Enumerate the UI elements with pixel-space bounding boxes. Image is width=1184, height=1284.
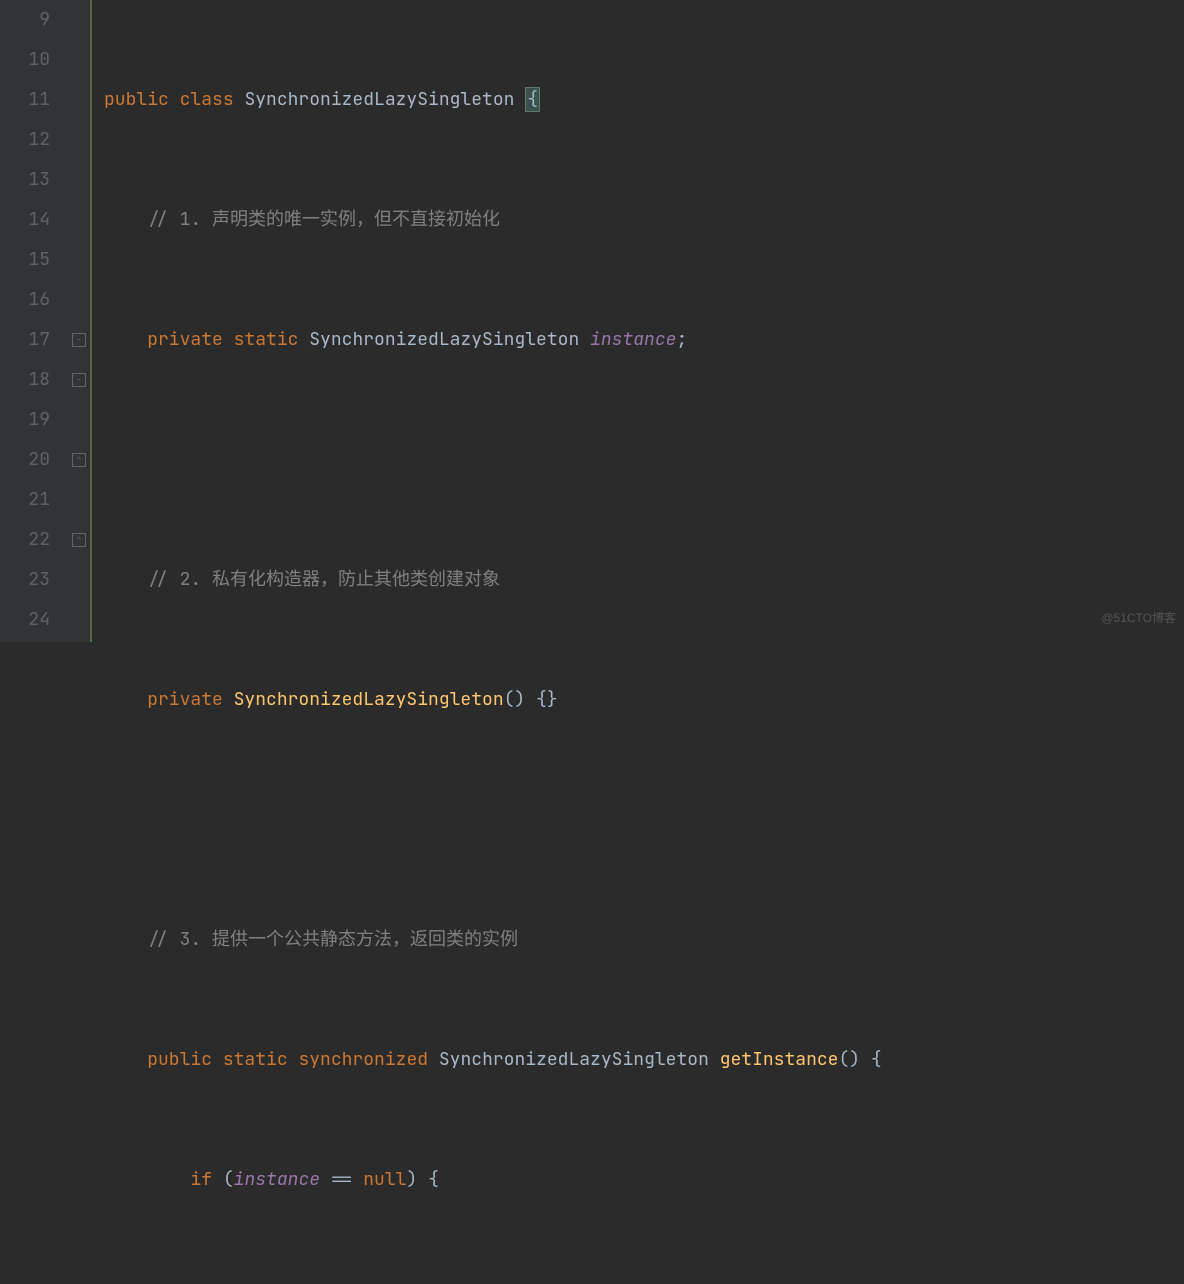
code-line[interactable]: // 1. 声明类的唯一实例，但不直接初始化 [104,200,1184,240]
line-gutter: 9 10 11 12 13 14 15 16 17 18 19 20 21 22… [0,0,70,642]
line-number: 9 [0,0,50,40]
line-number: 19 [0,400,50,440]
line-number: 21 [0,480,50,520]
line-number: 22 [0,520,50,560]
line-number: 14 [0,200,50,240]
line-number: 24 [0,600,50,640]
fold-toggle-icon[interactable]: ⌃ [72,533,86,547]
code-line[interactable]: // 2. 私有化构造器，防止其他类创建对象 [104,560,1184,600]
code-line[interactable] [104,440,1184,480]
code-editor: 9 10 11 12 13 14 15 16 17 18 19 20 21 22… [0,0,1184,642]
code-area[interactable]: public class SynchronizedLazySingleton {… [92,0,1184,642]
code-line[interactable] [104,800,1184,840]
line-number: 13 [0,160,50,200]
line-number: 11 [0,80,50,120]
code-line[interactable]: instance = new SynchronizedLazySingleton… [104,1280,1184,1284]
code-line[interactable]: public static synchronized SynchronizedL… [104,1040,1184,1080]
code-line[interactable]: // 3. 提供一个公共静态方法，返回类的实例 [104,920,1184,960]
line-number: 18 [0,360,50,400]
fold-column: − − ⌃ ⌃ [70,0,90,642]
code-line[interactable]: private SynchronizedLazySingleton() {} [104,680,1184,720]
line-number: 23 [0,560,50,600]
line-number: 16 [0,280,50,320]
fold-toggle-icon[interactable]: ⌃ [72,453,86,467]
code-line[interactable]: private static SynchronizedLazySingleton… [104,320,1184,360]
fold-toggle-icon[interactable]: − [72,373,86,387]
line-number: 15 [0,240,50,280]
fold-toggle-icon[interactable]: − [72,333,86,347]
line-number: 12 [0,120,50,160]
code-line[interactable]: if (instance == null) { [104,1160,1184,1200]
watermark: @51CTO博客 [1101,598,1176,638]
line-number: 17 [0,320,50,360]
line-number: 10 [0,40,50,80]
line-number: 20 [0,440,50,480]
code-line[interactable]: public class SynchronizedLazySingleton { [104,80,1184,120]
